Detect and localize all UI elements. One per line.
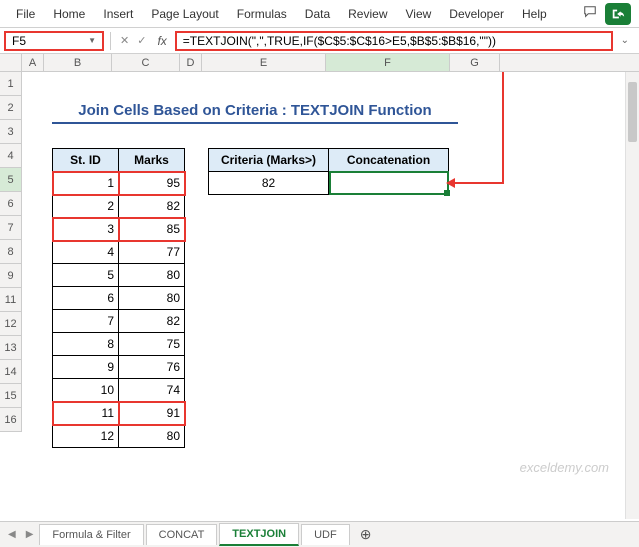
cancel-icon[interactable]: ✕ bbox=[117, 34, 132, 47]
cell-stid-4[interactable]: 5 bbox=[53, 264, 119, 287]
scrollbar-thumb[interactable] bbox=[628, 82, 637, 142]
row-header-2[interactable]: 2 bbox=[0, 96, 21, 120]
header-stid: St. ID bbox=[53, 149, 119, 172]
page-title: Join Cells Based on Criteria : TEXTJOIN … bbox=[50, 98, 460, 123]
sheet-tabs: ◀ ▶ Formula & Filter CONCAT TEXTJOIN UDF… bbox=[0, 521, 639, 547]
cell-marks-7[interactable]: 75 bbox=[119, 333, 185, 356]
ribbon-view[interactable]: View bbox=[398, 4, 440, 24]
arrow-head-icon bbox=[446, 178, 455, 188]
cell-marks-11[interactable]: 80 bbox=[119, 425, 185, 448]
cell-stid-6[interactable]: 7 bbox=[53, 310, 119, 333]
header-concat: Concatenation bbox=[329, 149, 449, 172]
row-header-16[interactable]: 16 bbox=[0, 408, 21, 432]
name-box[interactable]: F5 ▼ bbox=[4, 31, 104, 51]
header-marks: Marks bbox=[119, 149, 185, 172]
grid: ABCDEFG 123456789111213141516 Join Cells… bbox=[0, 54, 639, 519]
formula-text: =TEXTJOIN(",",TRUE,IF($C$5:$C$16>E5,$B$5… bbox=[183, 34, 496, 48]
row-header-6[interactable]: 6 bbox=[0, 192, 21, 216]
enter-icon[interactable]: ✓ bbox=[134, 34, 149, 47]
tab-formula-filter[interactable]: Formula & Filter bbox=[39, 524, 143, 545]
row-header-3[interactable]: 3 bbox=[0, 120, 21, 144]
tab-nav-next-icon[interactable]: ▶ bbox=[22, 529, 38, 540]
col-header-A[interactable]: A bbox=[22, 54, 44, 71]
comments-icon[interactable] bbox=[577, 3, 603, 24]
cell-stid-9[interactable]: 10 bbox=[53, 379, 119, 402]
header-criteria: Criteria (Marks>) bbox=[209, 149, 329, 172]
cell-marks-8[interactable]: 76 bbox=[119, 356, 185, 379]
cell-marks-5[interactable]: 80 bbox=[119, 287, 185, 310]
row-header-4[interactable]: 4 bbox=[0, 144, 21, 168]
cell-stid-2[interactable]: 3 bbox=[53, 218, 119, 241]
cell-marks-10[interactable]: 91 bbox=[119, 402, 185, 425]
data-table: St. ID Marks 195282385477580680782875976… bbox=[52, 148, 185, 448]
col-header-B[interactable]: B bbox=[44, 54, 112, 71]
ribbon-insert[interactable]: Insert bbox=[95, 4, 141, 24]
cell-marks-6[interactable]: 82 bbox=[119, 310, 185, 333]
formula-bar: F5 ▼ ✕ ✓ fx =TEXTJOIN(",",TRUE,IF($C$5:$… bbox=[0, 28, 639, 54]
row-header-15[interactable]: 15 bbox=[0, 384, 21, 408]
cell-stid-0[interactable]: 1 bbox=[53, 172, 119, 195]
tab-concat[interactable]: CONCAT bbox=[146, 524, 218, 545]
cell-marks-4[interactable]: 80 bbox=[119, 264, 185, 287]
ribbon-formulas[interactable]: Formulas bbox=[229, 4, 295, 24]
cell-marks-1[interactable]: 82 bbox=[119, 195, 185, 218]
arrow-connector bbox=[502, 72, 504, 183]
col-header-F[interactable]: F bbox=[326, 54, 450, 71]
cell-stid-1[interactable]: 2 bbox=[53, 195, 119, 218]
title-underline bbox=[52, 122, 458, 124]
row-headers: 123456789111213141516 bbox=[0, 72, 22, 432]
row-header-8[interactable]: 8 bbox=[0, 240, 21, 264]
row-header-13[interactable]: 13 bbox=[0, 336, 21, 360]
ribbon-review[interactable]: Review bbox=[340, 4, 395, 24]
col-header-G[interactable]: G bbox=[450, 54, 500, 71]
col-header-D[interactable]: D bbox=[180, 54, 202, 71]
add-sheet-icon[interactable]: ⊕ bbox=[352, 526, 380, 543]
ribbon-data[interactable]: Data bbox=[297, 4, 338, 24]
watermark: exceldemy.com bbox=[520, 460, 609, 475]
col-header-E[interactable]: E bbox=[202, 54, 326, 71]
cell-stid-8[interactable]: 9 bbox=[53, 356, 119, 379]
row-header-5[interactable]: 5 bbox=[0, 168, 21, 192]
ribbon-home[interactable]: Home bbox=[45, 4, 93, 24]
column-headers: ABCDEFG bbox=[0, 54, 639, 72]
row-header-9[interactable]: 9 bbox=[0, 264, 21, 288]
tab-udf[interactable]: UDF bbox=[301, 524, 350, 545]
divider bbox=[110, 32, 111, 50]
row-header-12[interactable]: 12 bbox=[0, 312, 21, 336]
cell-stid-10[interactable]: 11 bbox=[53, 402, 119, 425]
formula-input[interactable]: =TEXTJOIN(",",TRUE,IF($C$5:$C$16>E5,$B$5… bbox=[175, 31, 613, 51]
select-all-corner[interactable] bbox=[0, 54, 22, 71]
vertical-scrollbar[interactable] bbox=[625, 72, 639, 519]
concat-result[interactable]: 1,3,11 bbox=[329, 172, 449, 195]
tab-textjoin[interactable]: TEXTJOIN bbox=[219, 523, 299, 546]
name-box-value: F5 bbox=[12, 34, 26, 48]
cells-area[interactable]: Join Cells Based on Criteria : TEXTJOIN … bbox=[22, 72, 639, 519]
arrow-connector bbox=[454, 182, 504, 184]
ribbon-help[interactable]: Help bbox=[514, 4, 555, 24]
criteria-table: Criteria (Marks>) Concatenation 82 1,3,1… bbox=[208, 148, 449, 195]
ribbon-page-layout[interactable]: Page Layout bbox=[143, 4, 226, 24]
tab-nav-prev-icon[interactable]: ◀ bbox=[4, 529, 20, 540]
cell-stid-11[interactable]: 12 bbox=[53, 425, 119, 448]
cell-stid-3[interactable]: 4 bbox=[53, 241, 119, 264]
ribbon-developer[interactable]: Developer bbox=[441, 4, 512, 24]
row-header-14[interactable]: 14 bbox=[0, 360, 21, 384]
fx-icon[interactable]: fx bbox=[151, 34, 172, 48]
ribbon-file[interactable]: File bbox=[8, 4, 43, 24]
cell-stid-7[interactable]: 8 bbox=[53, 333, 119, 356]
row-header-1[interactable]: 1 bbox=[0, 72, 21, 96]
cell-stid-5[interactable]: 6 bbox=[53, 287, 119, 310]
col-header-C[interactable]: C bbox=[112, 54, 180, 71]
ribbon-menu: File Home Insert Page Layout Formulas Da… bbox=[0, 0, 639, 28]
criteria-value[interactable]: 82 bbox=[209, 172, 329, 195]
share-button[interactable] bbox=[605, 3, 631, 25]
cell-marks-9[interactable]: 74 bbox=[119, 379, 185, 402]
cell-marks-3[interactable]: 77 bbox=[119, 241, 185, 264]
chevron-down-icon: ▼ bbox=[88, 36, 96, 45]
row-header-11[interactable]: 11 bbox=[0, 288, 21, 312]
row-header-7[interactable]: 7 bbox=[0, 216, 21, 240]
cell-marks-2[interactable]: 85 bbox=[119, 218, 185, 241]
cell-marks-0[interactable]: 95 bbox=[119, 172, 185, 195]
expand-chevron-icon[interactable]: ⌄ bbox=[615, 35, 635, 46]
